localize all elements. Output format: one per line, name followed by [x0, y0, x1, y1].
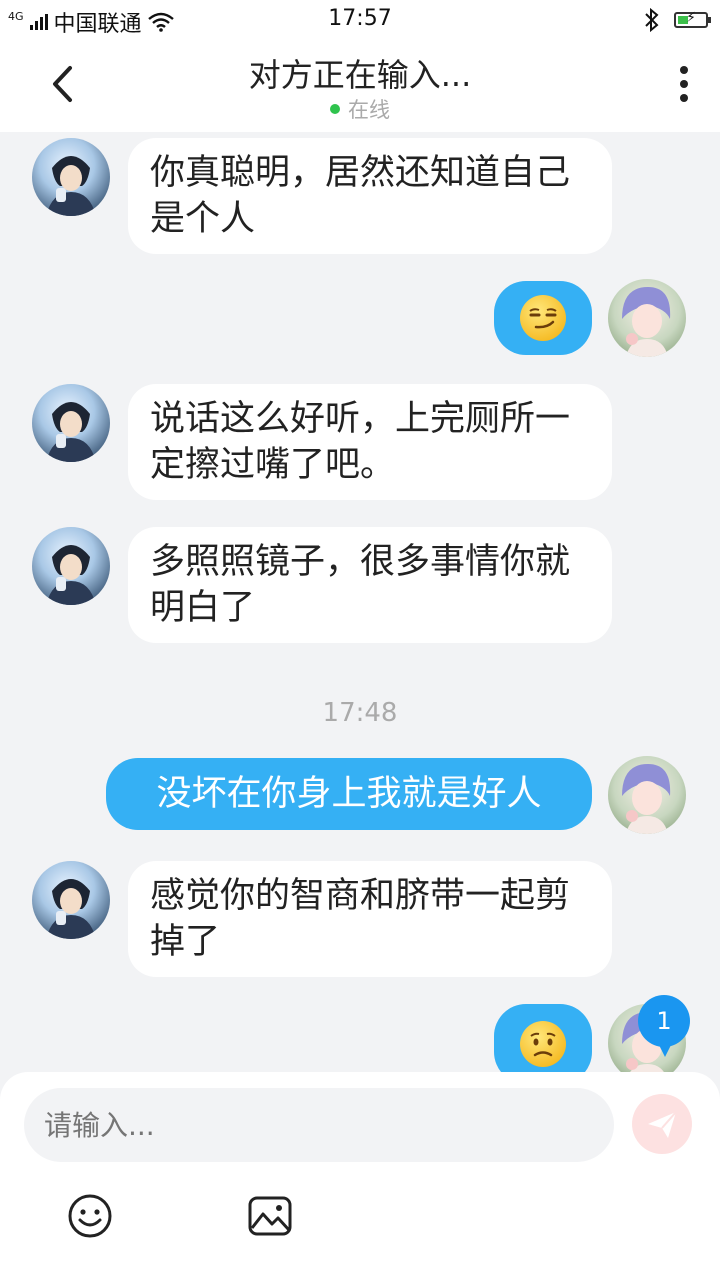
chat-title: 对方正在输入...	[248, 56, 472, 94]
status-right: ⚡	[644, 8, 711, 32]
more-options-button[interactable]	[674, 64, 694, 104]
contact-avatar[interactable]	[32, 861, 110, 939]
incoming-message-bubble[interactable]: 多照照镜子，很多事情你就明白了	[128, 527, 612, 643]
online-dot-icon	[330, 104, 340, 114]
unread-count-badge[interactable]: 1	[638, 995, 690, 1057]
send-icon	[648, 1111, 677, 1138]
contact-avatar[interactable]	[32, 527, 110, 605]
smirk-emoji-icon	[520, 295, 566, 341]
send-button[interactable]	[632, 1094, 692, 1154]
bluetooth-icon	[645, 8, 659, 32]
outgoing-message-bubble[interactable]	[494, 281, 592, 355]
incoming-message-bubble[interactable]: 你真聪明，居然还知道自己是个人	[128, 138, 612, 254]
contact-avatar[interactable]	[32, 138, 110, 216]
online-status-text: 在线	[348, 98, 390, 122]
incoming-message-bubble[interactable]: 说话这么好听，上完厕所一定擦过嘴了吧。	[128, 384, 612, 500]
incoming-message-bubble[interactable]: 感觉你的智商和脐带一起剪掉了	[128, 861, 612, 977]
status-time: 17:57	[328, 6, 392, 31]
message-input[interactable]	[24, 1088, 614, 1162]
contact-avatar[interactable]	[32, 384, 110, 462]
image-icon[interactable]	[246, 1192, 294, 1240]
battery-icon: ⚡	[674, 10, 711, 28]
composer-bar	[0, 1072, 720, 1280]
online-status: 在线	[0, 94, 720, 124]
my-avatar[interactable]	[608, 279, 686, 357]
emoji-icon[interactable]	[66, 1192, 114, 1240]
message-timestamp: 17:48	[322, 698, 398, 728]
my-avatar[interactable]	[608, 756, 686, 834]
outgoing-message-bubble[interactable]: 没坏在你身上我就是好人	[106, 758, 592, 830]
status-bar: 4G 中国联通 17:57 ⚡	[0, 0, 720, 40]
chat-message-list[interactable]: 你真聪明，居然还知道自己是个人 说话这么好听，上完厕所一定擦过嘴了吧。 多照照镜…	[0, 132, 720, 1072]
chat-header: 对方正在输入... 在线	[0, 40, 720, 132]
worried-emoji-icon	[520, 1021, 566, 1067]
outgoing-message-bubble[interactable]	[494, 1004, 592, 1072]
